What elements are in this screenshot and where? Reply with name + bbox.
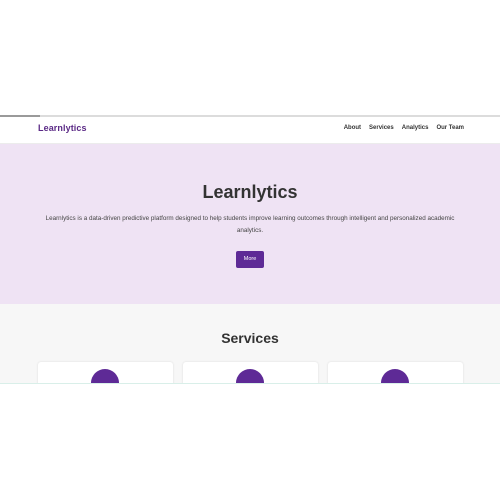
more-button[interactable]: More xyxy=(236,251,264,268)
service-circle-icon xyxy=(91,369,119,383)
service-card[interactable] xyxy=(38,362,173,383)
nav-link-our-team[interactable]: Our Team xyxy=(436,125,464,131)
browser-viewport: Learnlytics About Services Analytics Our… xyxy=(0,115,500,384)
hero-title: Learnlytics xyxy=(202,182,298,202)
service-card[interactable] xyxy=(328,362,463,383)
brand-logo[interactable]: Learnlytics xyxy=(38,123,87,133)
hero-description: Learnlytics is a data-driven predictive … xyxy=(45,215,455,234)
services-section: Services xyxy=(0,304,500,383)
service-circle-icon xyxy=(381,369,409,383)
nav-link-analytics[interactable]: Analytics xyxy=(402,125,429,131)
nav-link-about[interactable]: About xyxy=(344,125,361,131)
screenshot-frame: Learnlytics About Services Analytics Our… xyxy=(0,0,500,500)
service-circle-icon xyxy=(236,369,264,383)
service-card[interactable] xyxy=(183,362,318,383)
navbar: Learnlytics About Services Analytics Our… xyxy=(0,117,500,144)
hero-section: Learnlytics Learnlytics is a data-driven… xyxy=(0,144,500,304)
nav-link-services[interactable]: Services xyxy=(369,125,394,131)
services-title: Services xyxy=(221,330,279,346)
nav-links: About Services Analytics Our Team xyxy=(344,125,464,131)
